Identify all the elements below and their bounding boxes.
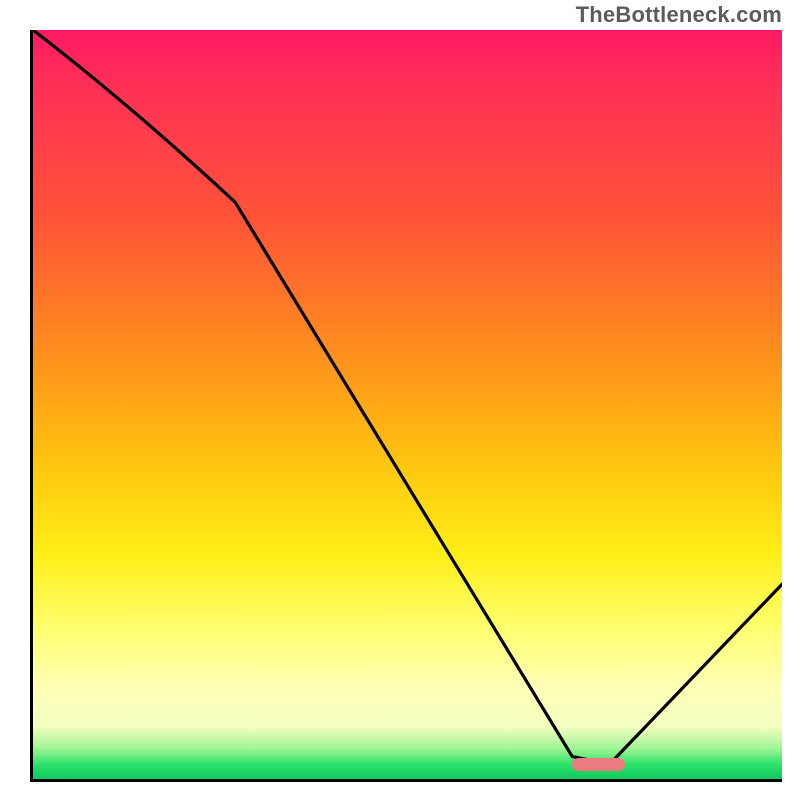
min-marker (572, 758, 624, 771)
plot-area (30, 30, 782, 782)
chart-container: TheBottleneck.com (0, 0, 800, 800)
bottleneck-curve-path (33, 30, 782, 764)
watermark-text: TheBottleneck.com (576, 2, 782, 28)
curve-svg (33, 30, 782, 779)
